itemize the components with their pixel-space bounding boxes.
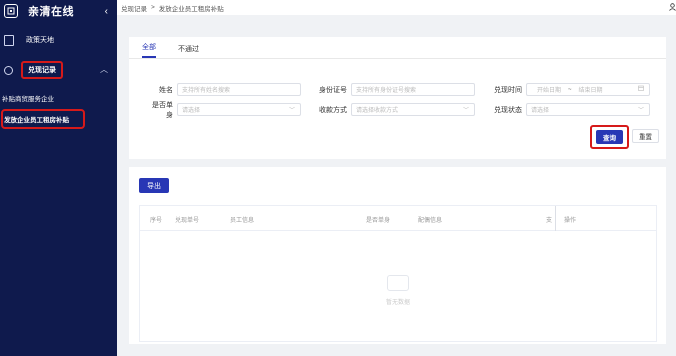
chevron-down-icon: ﹀ — [288, 108, 295, 114]
table-header: 序号 兑现单号 员工信息 是否单身 配偶信息 支 操作 — [140, 206, 656, 231]
filter-panel: 全部 不通过 姓名 支持所有姓名搜索 身份证号 支持所有身份证号搜索 兑现时间 … — [129, 37, 666, 159]
calendar-icon — [638, 85, 644, 93]
results-table: 序号 兑现单号 员工信息 是否单身 配偶信息 支 操作 暂无数据 — [139, 205, 657, 342]
status-select[interactable]: 请选择 ﹀ — [526, 103, 650, 116]
collapse-sidebar-icon[interactable]: ‹ — [105, 6, 108, 17]
payment-label: 收款方式 — [319, 106, 347, 114]
query-button[interactable]: 查询 — [596, 130, 623, 144]
breadcrumb: 兑现记录 > 发放企业员工租房补贴 — [117, 0, 676, 15]
breadcrumb-parent[interactable]: 兑现记录 — [121, 3, 147, 13]
idcard-input[interactable]: 支持所有身份证号搜索 — [351, 83, 475, 96]
column-header: 操作 — [564, 218, 577, 224]
tab-all[interactable]: 全部 — [142, 42, 156, 58]
results-panel: 导出 序号 兑现单号 员工信息 是否单身 配偶信息 支 操作 暂无数据 — [129, 167, 666, 344]
payment-select[interactable]: 请选择收款方式 ﹀ — [351, 103, 475, 116]
sidebar-item-commerce-subsidy[interactable]: 补贴商贸服务企业 — [0, 90, 117, 106]
end-date: 结束日期 — [578, 88, 603, 94]
clock-icon — [4, 65, 13, 75]
start-date: 开始日期 — [537, 88, 562, 94]
tab-bar: 全部 不通过 — [129, 37, 666, 59]
status-label: 兑现状态 — [494, 106, 522, 114]
single-label: 是否单身 — [152, 101, 173, 119]
sidebar: 亲清在线 ‹ 政策天地 兑现记录 ︿ 补贴商贸服务企业 发放企业员工租房补贴 — [0, 0, 117, 356]
app-title: 亲清在线 — [28, 6, 74, 18]
time-label: 兑现时间 — [494, 86, 522, 94]
breadcrumb-separator: > — [151, 4, 155, 11]
brand: 亲清在线 ‹ — [0, 0, 117, 22]
column-header: 是否单身 — [366, 218, 391, 224]
column-header: 支 — [546, 218, 553, 224]
logo-icon — [4, 4, 18, 18]
single-select[interactable]: 请选择 ﹀ — [177, 103, 301, 116]
idcard-filter: 身份证号 支持所有身份证号搜索 — [314, 83, 475, 96]
empty-state: 暂无数据 — [140, 231, 656, 341]
empty-text: 暂无数据 — [385, 299, 410, 306]
sidebar-group-label: 兑现记录 — [21, 61, 63, 79]
sidebar-item-rent-subsidy[interactable]: 发放企业员工租房补贴 — [1, 109, 85, 129]
chevron-down-icon: ﹀ — [637, 108, 644, 114]
column-header: 序号 — [150, 218, 163, 224]
date-separator: ~ — [568, 86, 572, 93]
sidebar-item-label: 补贴商贸服务企业 — [2, 96, 54, 103]
reset-button[interactable]: 重置 — [632, 129, 659, 143]
sidebar-group-records[interactable]: 兑现记录 ︿ — [0, 58, 117, 82]
time-filter: 兑现时间 开始日期 ~ 结束日期 — [489, 83, 650, 96]
single-filter: 是否单身 请选择 ﹀ — [147, 102, 301, 119]
status-filter: 兑现状态 请选择 ﹀ — [489, 103, 650, 116]
breadcrumb-current: 发放企业员工租房补贴 — [158, 5, 224, 13]
name-filter: 姓名 支持所有姓名搜索 — [147, 83, 301, 96]
column-divider — [555, 206, 556, 231]
query-button-highlight: 查询 — [590, 125, 629, 149]
column-header: 兑现单号 — [175, 218, 200, 224]
sidebar-item-label: 发放企业员工租房补贴 — [4, 117, 69, 124]
idcard-label: 身份证号 — [319, 86, 347, 94]
chevron-up-icon: ︿ — [100, 65, 108, 74]
sidebar-item-label: 政策天地 — [26, 37, 54, 44]
tab-rejected[interactable]: 不通过 — [178, 44, 199, 58]
column-header: 员工信息 — [230, 218, 255, 224]
export-button[interactable]: 导出 — [139, 178, 169, 193]
name-label: 姓名 — [159, 86, 173, 94]
chevron-down-icon: ﹀ — [462, 108, 469, 114]
column-header: 配偶信息 — [418, 218, 443, 224]
empty-box-icon — [387, 274, 409, 291]
document-icon — [4, 34, 14, 46]
payment-filter: 收款方式 请选择收款方式 ﹀ — [314, 103, 475, 116]
sidebar-item-policy[interactable]: 政策天地 — [0, 30, 117, 50]
name-input[interactable]: 支持所有姓名搜索 — [177, 83, 301, 96]
date-range-input[interactable]: 开始日期 ~ 结束日期 — [526, 83, 650, 96]
user-icon[interactable] — [669, 3, 676, 13]
